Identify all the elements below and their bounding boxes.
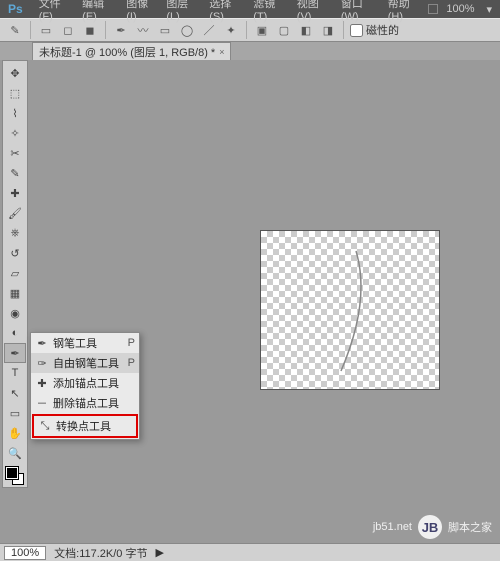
marquee-tool[interactable]: ⬚ — [4, 83, 26, 103]
watermark-text: 脚本之家 — [448, 519, 492, 535]
color-swatch[interactable] — [6, 467, 24, 485]
eyedropper-tool[interactable]: ✎ — [4, 163, 26, 183]
tab-title: 未标题-1 @ 100% (图层 1, RGB/8) * — [39, 44, 215, 60]
app-logo: Ps — [4, 2, 27, 16]
shape-tool[interactable]: ▭ — [4, 403, 26, 423]
brush-tool[interactable]: 🖌 — [4, 203, 26, 223]
zoom-tool[interactable]: 🔍 — [4, 443, 26, 463]
crop-tool[interactable]: ✂ — [4, 143, 26, 163]
watermark: jb51.net JB 脚本之家 — [373, 515, 492, 539]
ellipse-icon[interactable]: ◯ — [178, 21, 196, 39]
shape-mode-icon[interactable]: ◻ — [59, 21, 77, 39]
blur-tool[interactable]: ◉ — [4, 303, 26, 323]
pen-tool[interactable]: ✒ — [4, 343, 26, 363]
type-tool[interactable]: T — [4, 363, 26, 383]
pen-icon[interactable]: ✒ — [112, 21, 130, 39]
menu-freeform[interactable]: ✑ 自由钢笔工具 P — [31, 353, 139, 373]
rect-icon[interactable]: ▭ — [156, 21, 174, 39]
workarea — [30, 60, 494, 541]
convert-icon: ⤡ — [38, 420, 52, 433]
subtract-icon[interactable]: ▢ — [275, 21, 293, 39]
intersect-icon[interactable]: ◧ — [297, 21, 315, 39]
status-bar: 100% 文档:117.2K/0 字节 ▶ — [0, 543, 500, 561]
gradient-tool[interactable]: ▦ — [4, 283, 26, 303]
lasso-tool[interactable]: ⌇ — [4, 103, 26, 123]
add-anchor-icon: ✚ — [35, 377, 49, 390]
menu-pen[interactable]: ✒ 钢笔工具 P — [31, 333, 139, 353]
heal-tool[interactable]: ✚ — [4, 183, 26, 203]
menu-convert-point[interactable]: ⤡ 转换点工具 — [32, 414, 138, 438]
menu-bar: Ps 文件(F) 编辑(E) 图像(I) 图层(L) 选择(S) 滤镜(T) 视… — [0, 0, 500, 18]
menu-file[interactable]: 文件(F) — [35, 0, 76, 23]
canvas[interactable] — [260, 230, 440, 390]
menu-filter[interactable]: 滤镜(T) — [249, 0, 290, 23]
document-tab-bar: 未标题-1 @ 100% (图层 1, RGB/8) * × — [0, 42, 500, 60]
magnetic-checkbox[interactable]: 磁性的 — [350, 22, 399, 38]
fg-color[interactable] — [6, 467, 18, 479]
zoom-field[interactable]: 100% — [4, 546, 46, 560]
chevron-down-icon[interactable]: ▾ — [483, 3, 497, 16]
hand-tool[interactable]: ✋ — [4, 423, 26, 443]
document-tab[interactable]: 未标题-1 @ 100% (图层 1, RGB/8) * × — [32, 42, 231, 61]
watermark-site: jb51.net — [373, 521, 412, 533]
screen-mode-icon[interactable] — [428, 4, 438, 14]
menu-edit[interactable]: 编辑(E) — [78, 0, 120, 23]
wand-tool[interactable]: ✧ — [4, 123, 26, 143]
menu-select[interactable]: 选择(S) — [205, 0, 247, 23]
menu-view[interactable]: 视图(V) — [293, 0, 335, 23]
history-tool[interactable]: ↺ — [4, 243, 26, 263]
menu-delete-anchor[interactable]: － 删除锚点工具 — [31, 393, 139, 413]
freeform-icon: ✑ — [35, 357, 49, 370]
combine-icon[interactable]: ▣ — [253, 21, 271, 39]
menu-add-anchor[interactable]: ✚ 添加锚点工具 — [31, 373, 139, 393]
menu-layer[interactable]: 图层(L) — [162, 0, 203, 23]
move-tool[interactable]: ✥ — [4, 63, 26, 83]
zoom-label: 100% — [442, 3, 478, 15]
close-icon[interactable]: × — [219, 47, 224, 57]
exclude-icon[interactable]: ◨ — [319, 21, 337, 39]
pen-flyout-menu: ✒ 钢笔工具 P ✑ 自由钢笔工具 P ✚ 添加锚点工具 － 删除锚点工具 ⤡ … — [30, 332, 140, 440]
freeform-icon[interactable]: 〰 — [134, 21, 152, 39]
magnetic-input[interactable] — [350, 24, 363, 37]
path-mode-icon[interactable]: ▭ — [37, 21, 55, 39]
menu-help[interactable]: 帮助(H) — [384, 0, 427, 23]
custom-icon[interactable]: ✦ — [222, 21, 240, 39]
doc-size: 文档:117.2K/0 字节 — [54, 545, 147, 561]
pen-icon: ✒ — [35, 337, 49, 350]
chevron-right-icon[interactable]: ▶ — [155, 546, 163, 559]
line-icon[interactable]: ／ — [200, 21, 218, 39]
toolbox: ✥ ⬚ ⌇ ✧ ✂ ✎ ✚ 🖌 ⎈ ↺ ▱ ▦ ◉ ◐ ✒ T ↖ ▭ ✋ 🔍 — [2, 60, 28, 488]
delete-anchor-icon: － — [35, 395, 49, 411]
path-tool[interactable]: ↖ — [4, 383, 26, 403]
fill-mode-icon[interactable]: ◼ — [81, 21, 99, 39]
dodge-tool[interactable]: ◐ — [4, 323, 26, 343]
menu-window[interactable]: 窗口(W) — [337, 0, 382, 23]
watermark-logo: JB — [418, 515, 442, 539]
tool-preset-icon[interactable]: ✎ — [6, 21, 24, 39]
eraser-tool[interactable]: ▱ — [4, 263, 26, 283]
stamp-tool[interactable]: ⎈ — [4, 223, 26, 243]
menu-image[interactable]: 图像(I) — [122, 0, 160, 23]
